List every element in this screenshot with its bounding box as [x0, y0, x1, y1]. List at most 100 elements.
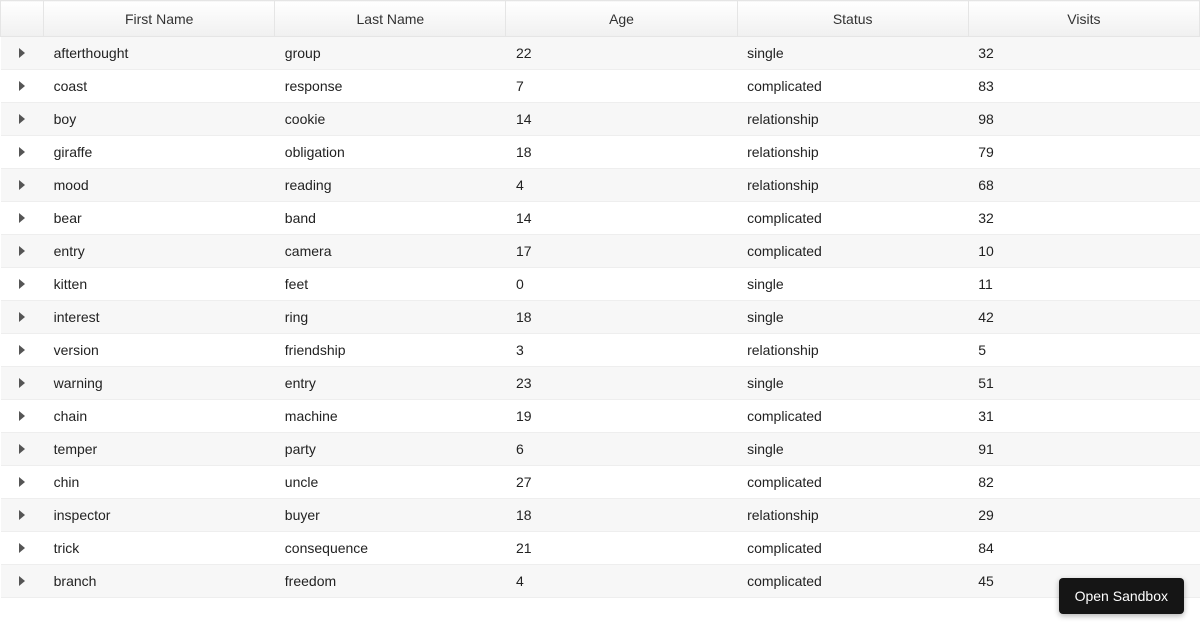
cell-age: 7 — [506, 70, 737, 103]
expand-cell[interactable] — [1, 268, 44, 301]
expand-cell[interactable] — [1, 400, 44, 433]
table-row: kittenfeet0single11 — [1, 268, 1200, 301]
cell-age: 4 — [506, 169, 737, 202]
cell-lastName: buyer — [275, 499, 506, 532]
expand-cell[interactable] — [1, 37, 44, 70]
chevron-right-icon[interactable] — [19, 114, 25, 124]
cell-firstName: chain — [44, 400, 275, 433]
expand-cell[interactable] — [1, 466, 44, 499]
expand-cell[interactable] — [1, 169, 44, 202]
chevron-right-icon[interactable] — [19, 345, 25, 355]
cell-age: 4 — [506, 565, 737, 598]
cell-firstName: boy — [44, 103, 275, 136]
expand-cell[interactable] — [1, 136, 44, 169]
cell-age: 6 — [506, 433, 737, 466]
cell-status: complicated — [737, 532, 968, 565]
expand-cell[interactable] — [1, 532, 44, 565]
cell-age: 17 — [506, 235, 737, 268]
chevron-right-icon[interactable] — [19, 378, 25, 388]
cell-lastName: freedom — [275, 565, 506, 598]
cell-firstName: chin — [44, 466, 275, 499]
expand-cell[interactable] — [1, 499, 44, 532]
cell-status: single — [737, 37, 968, 70]
table-row: temperparty6single91 — [1, 433, 1200, 466]
expand-cell[interactable] — [1, 235, 44, 268]
expand-cell[interactable] — [1, 301, 44, 334]
cell-lastName: ring — [275, 301, 506, 334]
cell-status: relationship — [737, 499, 968, 532]
cell-status: single — [737, 367, 968, 400]
cell-status: relationship — [737, 103, 968, 136]
cell-status: complicated — [737, 235, 968, 268]
cell-firstName: coast — [44, 70, 275, 103]
cell-lastName: camera — [275, 235, 506, 268]
cell-age: 18 — [506, 136, 737, 169]
chevron-right-icon[interactable] — [19, 543, 25, 553]
cell-lastName: band — [275, 202, 506, 235]
expand-cell[interactable] — [1, 103, 44, 136]
header-last-name[interactable]: Last Name — [275, 1, 506, 37]
expand-cell[interactable] — [1, 565, 44, 598]
table-row: afterthoughtgroup22single32 — [1, 37, 1200, 70]
cell-lastName: cookie — [275, 103, 506, 136]
table-row: giraffeobligation18relationship79 — [1, 136, 1200, 169]
cell-visits: 83 — [968, 70, 1199, 103]
cell-lastName: machine — [275, 400, 506, 433]
table-row: warningentry23single51 — [1, 367, 1200, 400]
table-row: boycookie14relationship98 — [1, 103, 1200, 136]
header-first-name[interactable]: First Name — [44, 1, 275, 37]
chevron-right-icon[interactable] — [19, 510, 25, 520]
cell-status: single — [737, 301, 968, 334]
cell-age: 18 — [506, 499, 737, 532]
table-header-row: First Name Last Name Age Status Visits — [1, 1, 1200, 37]
data-table: First Name Last Name Age Status Visits a… — [0, 0, 1200, 598]
cell-visits: 82 — [968, 466, 1199, 499]
chevron-right-icon[interactable] — [19, 48, 25, 58]
chevron-right-icon[interactable] — [19, 312, 25, 322]
cell-visits: 31 — [968, 400, 1199, 433]
chevron-right-icon[interactable] — [19, 477, 25, 487]
cell-age: 18 — [506, 301, 737, 334]
cell-age: 27 — [506, 466, 737, 499]
cell-age: 19 — [506, 400, 737, 433]
chevron-right-icon[interactable] — [19, 81, 25, 91]
cell-age: 14 — [506, 202, 737, 235]
table-row: versionfriendship3relationship5 — [1, 334, 1200, 367]
table-row: trickconsequence21complicated84 — [1, 532, 1200, 565]
cell-visits: 51 — [968, 367, 1199, 400]
cell-status: relationship — [737, 169, 968, 202]
open-sandbox-button[interactable]: Open Sandbox — [1059, 578, 1184, 614]
chevron-right-icon[interactable] — [19, 180, 25, 190]
cell-status: complicated — [737, 202, 968, 235]
chevron-right-icon[interactable] — [19, 246, 25, 256]
chevron-right-icon[interactable] — [19, 444, 25, 454]
chevron-right-icon[interactable] — [19, 147, 25, 157]
cell-lastName: uncle — [275, 466, 506, 499]
cell-visits: 5 — [968, 334, 1199, 367]
table-container[interactable]: First Name Last Name Age Status Visits a… — [0, 0, 1200, 630]
cell-status: complicated — [737, 70, 968, 103]
cell-status: relationship — [737, 136, 968, 169]
cell-status: single — [737, 268, 968, 301]
chevron-right-icon[interactable] — [19, 279, 25, 289]
cell-firstName: inspector — [44, 499, 275, 532]
expand-cell[interactable] — [1, 433, 44, 466]
chevron-right-icon[interactable] — [19, 411, 25, 421]
expand-cell[interactable] — [1, 70, 44, 103]
cell-visits: 98 — [968, 103, 1199, 136]
expand-cell[interactable] — [1, 202, 44, 235]
cell-status: relationship — [737, 334, 968, 367]
header-age[interactable]: Age — [506, 1, 737, 37]
expand-cell[interactable] — [1, 367, 44, 400]
header-visits[interactable]: Visits — [968, 1, 1199, 37]
expand-cell[interactable] — [1, 334, 44, 367]
cell-lastName: obligation — [275, 136, 506, 169]
cell-firstName: bear — [44, 202, 275, 235]
header-status[interactable]: Status — [737, 1, 968, 37]
chevron-right-icon[interactable] — [19, 576, 25, 586]
cell-lastName: consequence — [275, 532, 506, 565]
cell-visits: 84 — [968, 532, 1199, 565]
cell-visits: 32 — [968, 202, 1199, 235]
cell-visits: 91 — [968, 433, 1199, 466]
chevron-right-icon[interactable] — [19, 213, 25, 223]
